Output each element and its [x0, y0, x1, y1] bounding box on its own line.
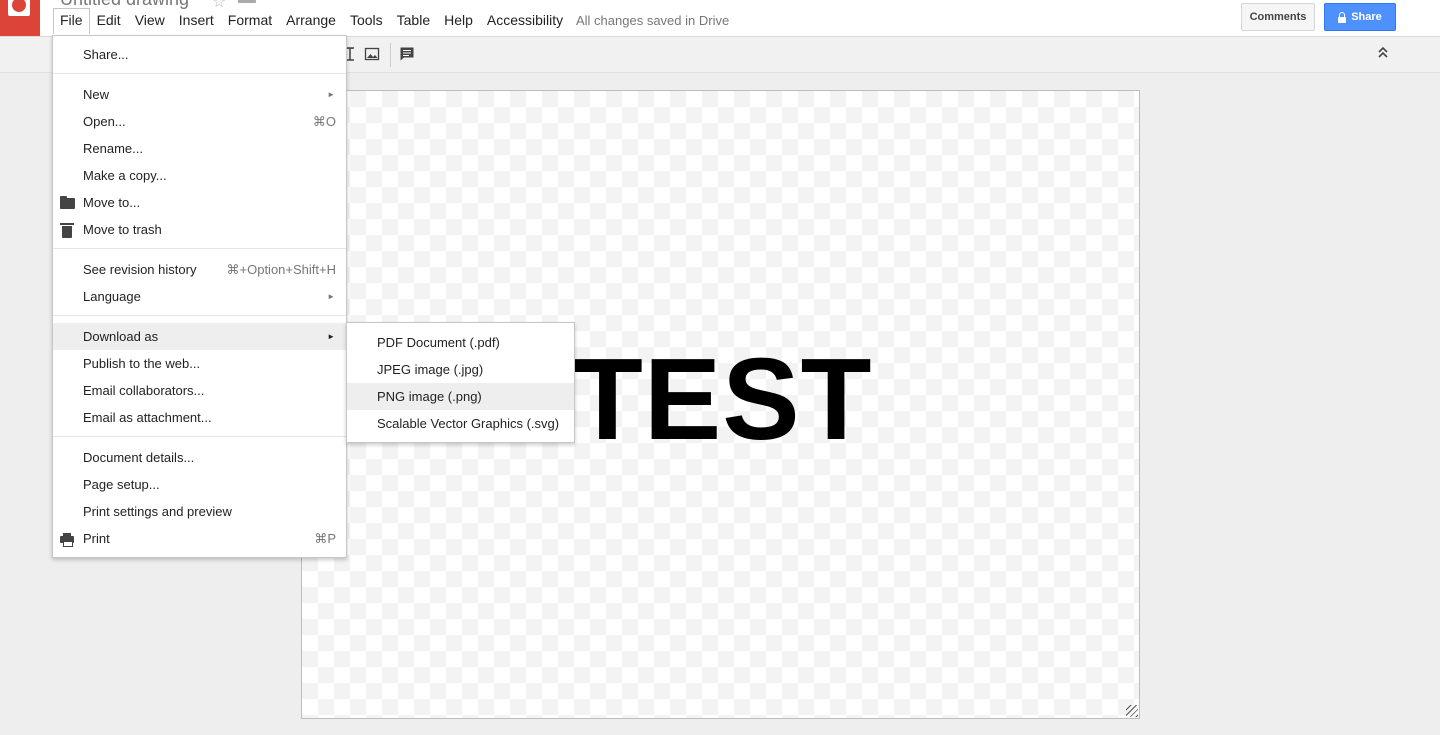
menu-item-label: Page setup...: [83, 477, 160, 492]
menu-item-open[interactable]: Open... ⌘O: [53, 108, 346, 135]
download-pdf[interactable]: PDF Document (.pdf): [347, 329, 574, 356]
menu-accessibility[interactable]: Accessibility: [480, 8, 570, 33]
menu-insert[interactable]: Insert: [172, 8, 221, 33]
share-button[interactable]: Share: [1324, 3, 1396, 31]
header-bar: Untitled drawing ☆ File Edit View Insert…: [0, 0, 1440, 37]
download-svg[interactable]: Scalable Vector Graphics (.svg): [347, 410, 574, 437]
menu-item-label: Publish to the web...: [83, 356, 201, 371]
menu-item-move-to[interactable]: Move to...: [53, 189, 346, 216]
menu-item-label: Move to trash: [83, 222, 162, 237]
menu-view[interactable]: View: [128, 8, 172, 33]
menu-separator: [53, 73, 346, 74]
menu-item-rename[interactable]: Rename...: [53, 135, 346, 162]
menu-item-email-attachment[interactable]: Email as attachment...: [53, 404, 346, 431]
menu-item-label: Download as: [83, 329, 159, 344]
image-icon[interactable]: [364, 46, 380, 62]
menu-item-label: Scalable Vector Graphics (.svg): [377, 416, 560, 431]
submenu-arrow-icon: ►: [327, 90, 335, 99]
menubar: File Edit View Insert Format Arrange Too…: [53, 7, 570, 34]
collapse-toolbar-icon[interactable]: [1374, 45, 1392, 63]
shortcut-label: ⌘P: [314, 530, 336, 546]
toolbar-separator: [390, 43, 391, 67]
menu-item-label: Open...: [83, 114, 126, 129]
menu-item-email-collaborators[interactable]: Email collaborators...: [53, 377, 346, 404]
shortcut-label: ⌘O: [312, 113, 336, 129]
shortcut-label: ⌘+Option+Shift+H: [226, 261, 336, 277]
menu-file[interactable]: File: [53, 7, 90, 34]
download-jpg[interactable]: JPEG image (.jpg): [347, 356, 574, 383]
menu-item-share[interactable]: Share...: [53, 41, 346, 68]
menu-item-label: Rename...: [83, 141, 143, 156]
menu-item-print-settings[interactable]: Print settings and preview: [53, 498, 346, 525]
menu-tools[interactable]: Tools: [343, 8, 390, 33]
menu-format[interactable]: Format: [221, 8, 279, 33]
lock-icon: [1338, 12, 1347, 23]
menu-item-label: See revision history: [83, 262, 197, 277]
menu-item-label: Move to...: [83, 195, 141, 210]
folder-icon[interactable]: [238, 0, 256, 3]
menu-item-page-setup[interactable]: Page setup...: [53, 471, 346, 498]
canvas-text[interactable]: TEST: [572, 341, 872, 457]
menu-item-label: Language: [83, 289, 141, 304]
share-button-label: Share: [1351, 11, 1382, 23]
menu-separator: [53, 315, 346, 316]
download-as-submenu: PDF Document (.pdf) JPEG image (.jpg) PN…: [346, 322, 575, 443]
download-png[interactable]: PNG image (.png): [347, 383, 574, 410]
menu-edit[interactable]: Edit: [90, 8, 128, 33]
menu-separator: [53, 248, 346, 249]
menu-item-label: Share...: [83, 47, 129, 62]
menu-separator: [53, 436, 346, 437]
menu-item-label: Document details...: [83, 450, 195, 465]
drawings-logo-icon[interactable]: [0, 0, 40, 36]
menu-item-revision-history[interactable]: See revision history ⌘+Option+Shift+H: [53, 256, 346, 283]
submenu-arrow-icon: ►: [327, 292, 335, 301]
menu-item-label: Email collaborators...: [83, 383, 205, 398]
menu-item-document-details[interactable]: Document details...: [53, 444, 346, 471]
menu-item-label: JPEG image (.jpg): [377, 362, 484, 377]
menu-arrange[interactable]: Arrange: [279, 8, 343, 33]
menu-item-download-as[interactable]: Download as ►: [53, 323, 346, 350]
save-status[interactable]: All changes saved in Drive: [576, 13, 729, 28]
trash-icon: [59, 222, 75, 238]
menu-item-label: Make a copy...: [83, 168, 167, 183]
comments-button[interactable]: Comments: [1241, 3, 1315, 31]
menu-item-make-copy[interactable]: Make a copy...: [53, 162, 346, 189]
menu-item-publish[interactable]: Publish to the web...: [53, 350, 346, 377]
file-menu: Share... New ► Open... ⌘O Rename... Make a…: [52, 35, 347, 558]
menu-item-move-to-trash[interactable]: Move to trash: [53, 216, 346, 243]
folder-icon: [59, 195, 75, 211]
menu-help[interactable]: Help: [437, 8, 480, 33]
menu-item-language[interactable]: Language ►: [53, 283, 346, 310]
comment-icon[interactable]: [399, 46, 415, 62]
menu-item-label: New: [83, 87, 110, 102]
menu-item-label: Email as attachment...: [83, 410, 212, 425]
submenu-arrow-icon: ►: [327, 332, 335, 341]
printer-icon: [59, 531, 75, 547]
menu-item-label: PNG image (.png): [377, 389, 482, 404]
resize-grip-icon[interactable]: [1126, 705, 1138, 717]
menu-item-label: Print settings and preview: [83, 504, 232, 519]
menu-item-new[interactable]: New ►: [53, 81, 346, 108]
menu-item-label: PDF Document (.pdf): [377, 335, 500, 350]
menu-item-print[interactable]: Print ⌘P: [53, 525, 346, 552]
menu-item-label: Print: [83, 531, 110, 546]
menu-table[interactable]: Table: [390, 8, 437, 33]
